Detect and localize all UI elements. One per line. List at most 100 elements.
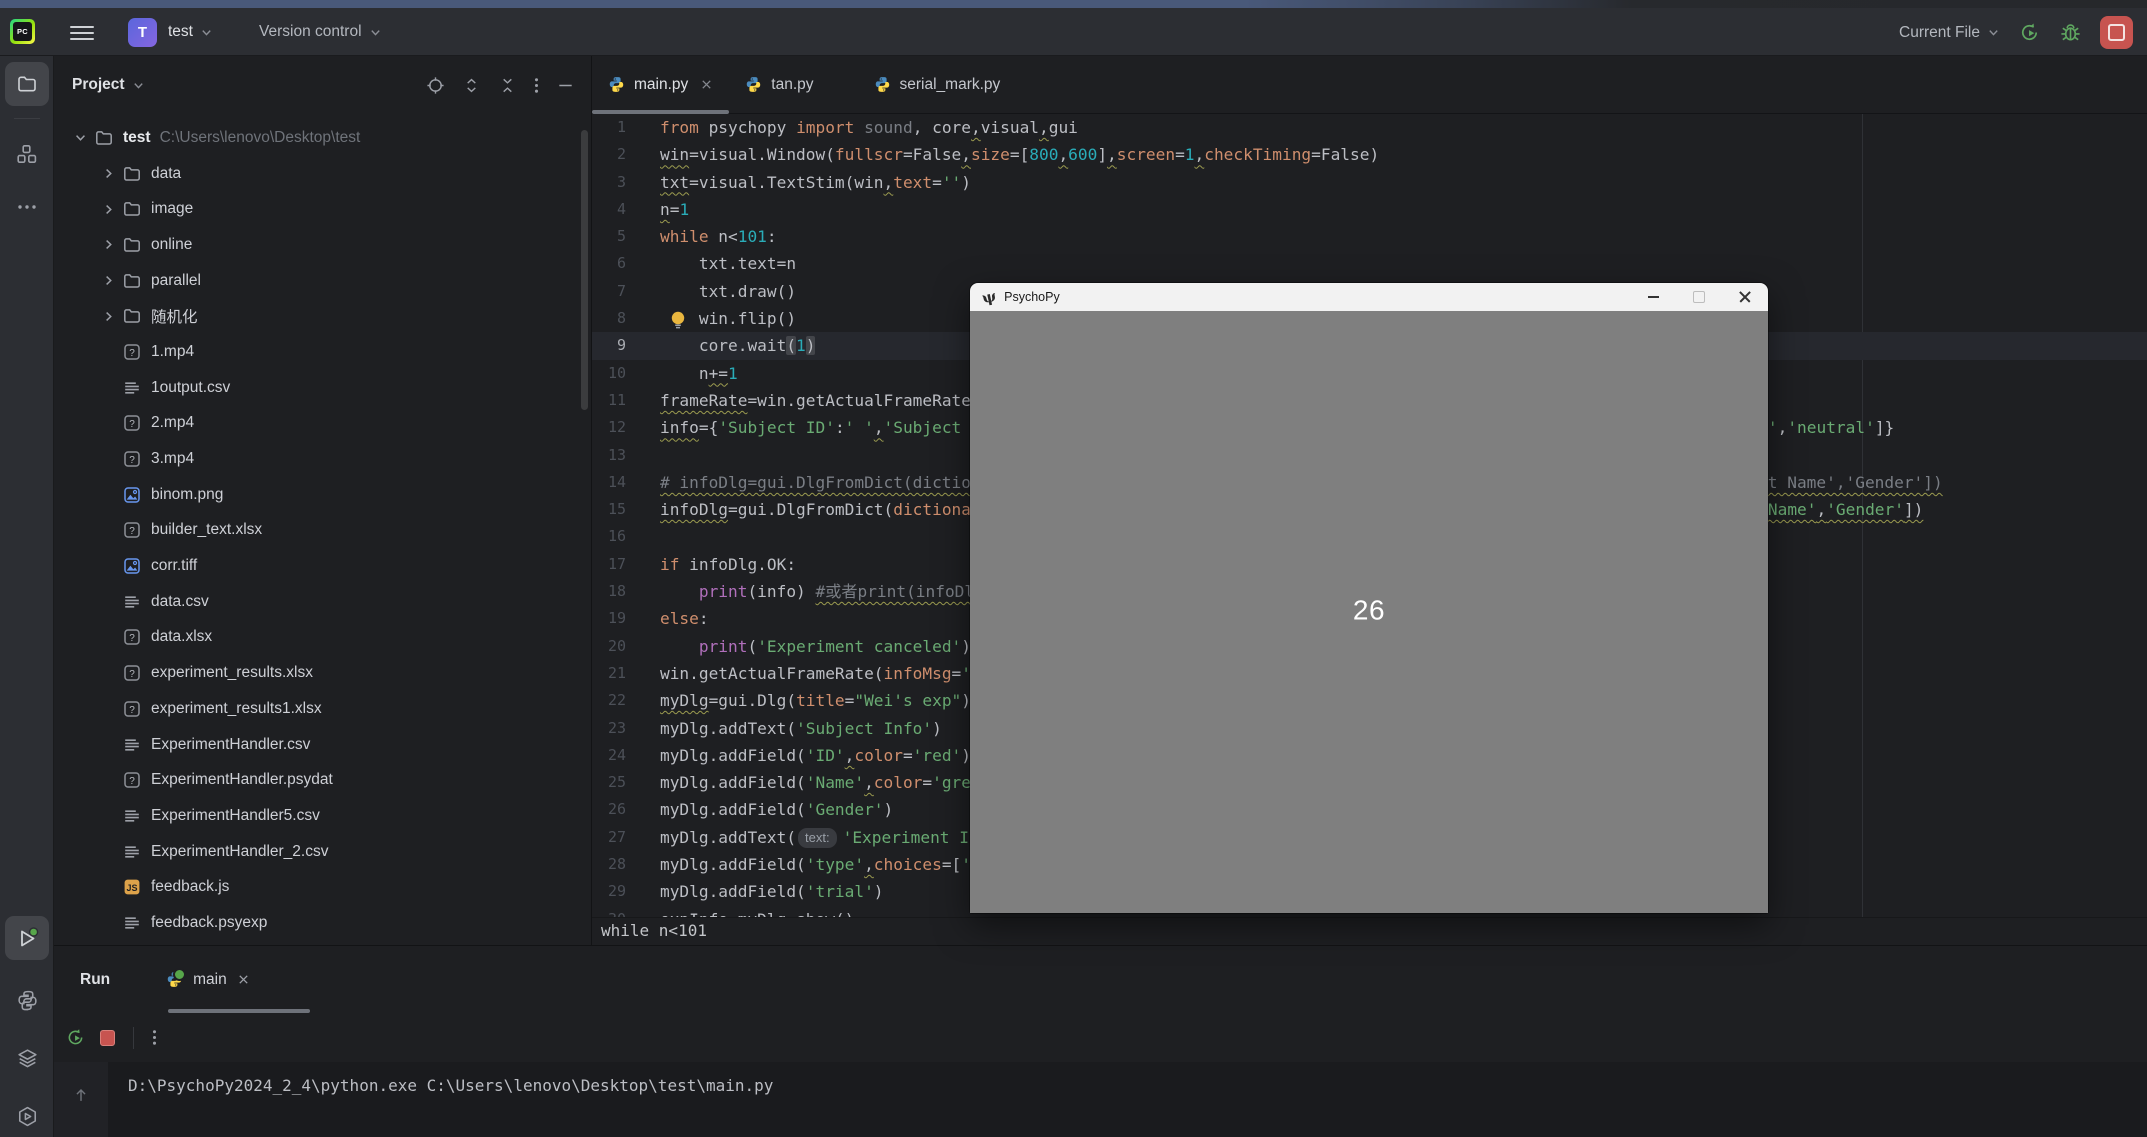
- chevron-right-icon[interactable]: [96, 202, 120, 217]
- sidebar-item-structure[interactable]: [5, 132, 49, 176]
- line-number-9[interactable]: 9: [592, 332, 648, 359]
- run-console[interactable]: D:\PsychoPy2024_2_4\python.exe C:\Users\…: [54, 1062, 2147, 1137]
- line-number-4[interactable]: 4: [592, 196, 648, 223]
- tree-item-online[interactable]: online: [54, 227, 591, 263]
- line-number-16[interactable]: 16: [592, 523, 648, 550]
- chevron-right-icon[interactable]: [96, 166, 120, 181]
- line-number-14[interactable]: 14: [592, 469, 648, 496]
- tab-main.py[interactable]: main.py: [592, 56, 729, 113]
- line-number-19[interactable]: 19: [592, 605, 648, 632]
- rerun-button[interactable]: [2018, 21, 2041, 44]
- line-number-21[interactable]: 21: [592, 660, 648, 687]
- chevron-right-icon[interactable]: [96, 237, 120, 252]
- run-config-selector[interactable]: Current File: [1899, 24, 2000, 42]
- close-icon[interactable]: [237, 973, 250, 986]
- line-number-27[interactable]: 27: [592, 824, 648, 851]
- tree-item-data.csv[interactable]: data.csv: [54, 584, 591, 620]
- line-number-25[interactable]: 25: [592, 769, 648, 796]
- hide-panel-button[interactable]: [556, 76, 575, 95]
- line-number-28[interactable]: 28: [592, 851, 648, 878]
- tree-item-feedback.psyexp[interactable]: feedback.psyexp: [54, 905, 591, 941]
- vcs-widget[interactable]: Version control: [259, 16, 382, 48]
- code-line-4[interactable]: n=1: [592, 196, 2147, 223]
- project-selector[interactable]: T test: [128, 16, 213, 48]
- tree-item-1.mp4[interactable]: ?1.mp4: [54, 334, 591, 370]
- minimize-button[interactable]: [1630, 283, 1676, 311]
- line-number-29[interactable]: 29: [592, 878, 648, 905]
- tree-item-1output.csv[interactable]: 1output.csv: [54, 370, 591, 406]
- sidebar-item-run[interactable]: [5, 916, 49, 960]
- tree-item-corr.tiff[interactable]: corr.tiff: [54, 548, 591, 584]
- sidebar-item-python-console[interactable]: [5, 978, 49, 1022]
- arrow-up-icon[interactable]: [72, 1086, 90, 1104]
- line-number-15[interactable]: 15: [592, 496, 648, 523]
- code-line-1[interactable]: from psychopy import sound, core,visual,…: [592, 114, 2147, 141]
- code-line-3[interactable]: txt=visual.TextStim(win,text=''): [592, 169, 2147, 196]
- tree-item-ExperimentHandler.csv[interactable]: ExperimentHandler.csv: [54, 727, 591, 763]
- tab-serial_mark.py[interactable]: serial_mark.py: [858, 56, 1017, 113]
- tree-item-binom.png[interactable]: binom.png: [54, 477, 591, 513]
- line-number-23[interactable]: 23: [592, 715, 648, 742]
- tree-item-parallel[interactable]: parallel: [54, 263, 591, 299]
- run-tab-main[interactable]: main: [154, 946, 262, 1013]
- collapse-all-button[interactable]: [498, 76, 517, 95]
- tab-tan.py[interactable]: tan.py: [729, 56, 829, 113]
- rerun-process-button[interactable]: [65, 1027, 86, 1048]
- tree-item-ExperimentHandler_2.csv[interactable]: ExperimentHandler_2.csv: [54, 834, 591, 870]
- line-number-17[interactable]: 17: [592, 551, 648, 578]
- expand-all-button[interactable]: [462, 76, 481, 95]
- tree-item-ExperimentHandler.psydat[interactable]: ?ExperimentHandler.psydat: [54, 762, 591, 798]
- more-tool-windows-button[interactable]: [5, 192, 49, 222]
- maximize-button[interactable]: [1676, 283, 1722, 311]
- line-number-8[interactable]: 8: [592, 305, 648, 332]
- line-number-10[interactable]: 10: [592, 360, 648, 387]
- line-number-11[interactable]: 11: [592, 387, 648, 414]
- tree-item-experiment_results1.xlsx[interactable]: ?experiment_results1.xlsx: [54, 691, 591, 727]
- tree-item-data.xlsx[interactable]: ?data.xlsx: [54, 620, 591, 656]
- line-number-5[interactable]: 5: [592, 223, 648, 250]
- tree-item-随机化[interactable]: 随机化: [54, 298, 591, 334]
- line-number-1[interactable]: 1: [592, 114, 648, 141]
- console-options-button[interactable]: [152, 1028, 157, 1047]
- editor-gutter[interactable]: 1234567891011121314151617181920212223242…: [592, 114, 648, 918]
- tree-item-2.mp4[interactable]: ?2.mp4: [54, 406, 591, 442]
- stop-process-button[interactable]: [100, 1030, 115, 1046]
- line-number-24[interactable]: 24: [592, 742, 648, 769]
- tree-item-image[interactable]: image: [54, 191, 591, 227]
- line-number-22[interactable]: 22: [592, 687, 648, 714]
- psychopy-titlebar[interactable]: ψ PsychoPy: [970, 283, 1768, 311]
- stop-button[interactable]: [2100, 16, 2133, 49]
- code-line-5[interactable]: while n<101:: [592, 223, 2147, 250]
- sidebar-item-python-packages[interactable]: [5, 1094, 49, 1137]
- project-scrollbar[interactable]: [581, 130, 588, 410]
- tree-item-feedback.js[interactable]: JSfeedback.js: [54, 869, 591, 905]
- tree-item-experiment_results.xlsx[interactable]: ?experiment_results.xlsx: [54, 655, 591, 691]
- line-number-6[interactable]: 6: [592, 250, 648, 277]
- hamburger-menu-icon[interactable]: [70, 22, 94, 42]
- sidebar-item-project[interactable]: [5, 62, 49, 106]
- project-panel-title[interactable]: Project: [72, 76, 125, 94]
- line-number-12[interactable]: 12: [592, 414, 648, 441]
- chevron-right-icon[interactable]: [96, 309, 120, 324]
- chevron-right-icon[interactable]: [96, 273, 120, 288]
- tree-item-3.mp4[interactable]: ?3.mp4: [54, 441, 591, 477]
- intention-bulb-icon[interactable]: [670, 310, 686, 335]
- debug-button[interactable]: [2059, 21, 2082, 44]
- chevron-down-icon[interactable]: [68, 130, 92, 145]
- line-number-13[interactable]: 13: [592, 442, 648, 469]
- line-number-7[interactable]: 7: [592, 278, 648, 305]
- sticky-context-line[interactable]: while n<101: [592, 917, 2147, 945]
- line-number-3[interactable]: 3: [592, 169, 648, 196]
- panel-options-button[interactable]: [534, 76, 539, 95]
- locate-file-button[interactable]: [426, 76, 445, 95]
- tree-item-builder_text.xlsx[interactable]: ?builder_text.xlsx: [54, 513, 591, 549]
- line-number-2[interactable]: 2: [592, 141, 648, 168]
- tree-item-test[interactable]: testC:\Users\lenovo\Desktop\test: [54, 120, 591, 156]
- close-icon[interactable]: [700, 78, 713, 91]
- close-button[interactable]: [1722, 283, 1768, 311]
- sidebar-item-services[interactable]: [5, 1036, 49, 1080]
- code-line-2[interactable]: win=visual.Window(fullscr=False,size=[80…: [592, 141, 2147, 168]
- code-line-6[interactable]: txt.text=n: [592, 250, 2147, 277]
- line-number-18[interactable]: 18: [592, 578, 648, 605]
- line-number-26[interactable]: 26: [592, 796, 648, 823]
